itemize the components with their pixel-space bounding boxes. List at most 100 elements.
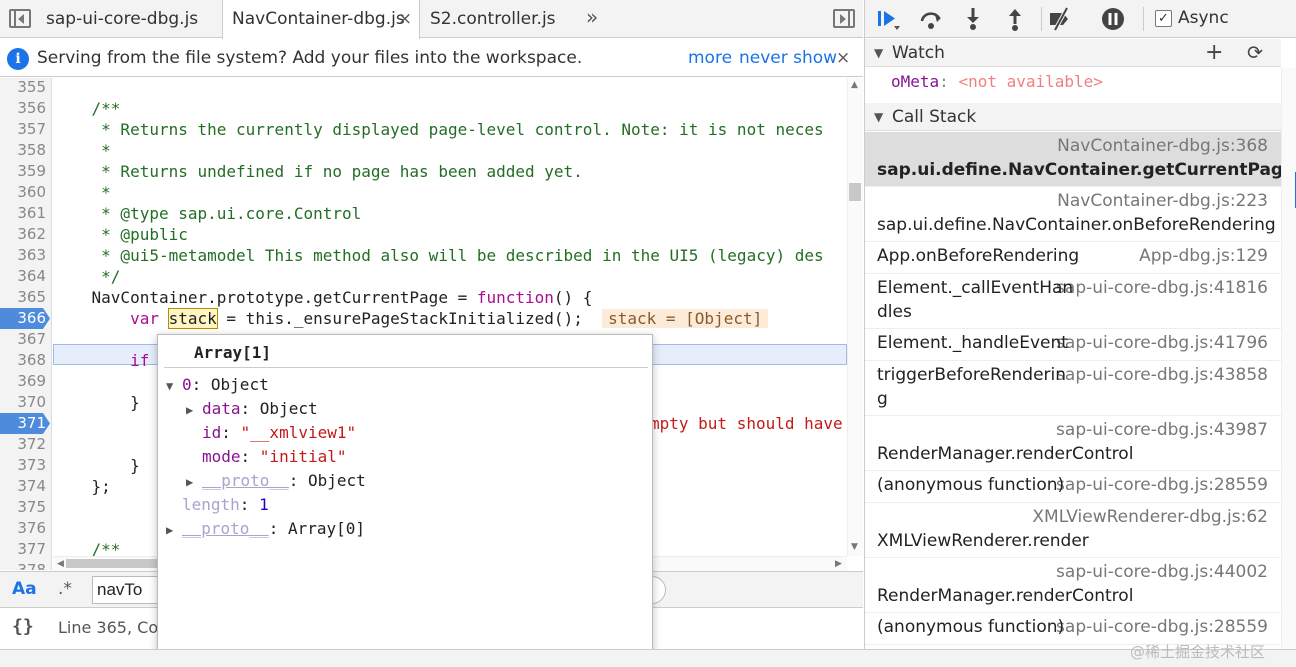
call-frame[interactable]: sap-ui-core-dbg.js:28559 (anonymous funct… (865, 471, 1281, 503)
line-number[interactable]: 358 (0, 140, 46, 161)
call-frame[interactable]: XMLViewRenderer-dbg.js:62 XMLViewRenderer… (865, 503, 1281, 558)
line-number[interactable]: 361 (0, 203, 46, 224)
comment: * Returns undefined if no page has been … (53, 162, 583, 181)
code-line: mpty but should have (650, 413, 843, 434)
pretty-print-icon[interactable]: {} (12, 616, 34, 637)
property-key: __proto__ (202, 471, 289, 490)
workspace-infobar: i Serving from the file system? Add your… (0, 39, 863, 77)
object-preview-popover: Array[1] ▼ 0: Object ▶ data: Object id: "__x… (157, 334, 653, 667)
more-link[interactable]: more (688, 39, 732, 77)
frame-function: Element._handleEvent (877, 333, 1068, 353)
drawer-strip (0, 649, 1296, 667)
breakpoint-marker[interactable]: 366 (0, 308, 50, 329)
line-number[interactable]: 377 (0, 539, 46, 560)
toggle-debugger-icon[interactable] (833, 9, 855, 28)
call-frame[interactable]: NavContainer-dbg.js:368 sap.ui.define.Nav… (865, 132, 1295, 187)
property-value: Array[0] (287, 519, 366, 538)
call-stack-section-header[interactable]: ▼ Call Stack (865, 103, 1281, 131)
step-into-icon[interactable] (960, 6, 986, 32)
frame-function: (anonymous function) (877, 617, 1065, 637)
scroll-left-icon[interactable]: ◀ (57, 559, 64, 569)
tab-navcontainer[interactable]: NavContainer-dbg.js × (222, 0, 420, 39)
step-out-icon[interactable] (1002, 6, 1028, 32)
call-frame[interactable]: sap-ui-core-dbg.js:43987 RenderManager.re… (865, 416, 1281, 471)
line-number[interactable]: 357 (0, 119, 46, 140)
line-number[interactable]: 373 (0, 455, 46, 476)
never-show-link[interactable]: never show (739, 39, 837, 77)
property-row[interactable]: ▶ __proto__: Array[0] (166, 517, 365, 541)
resume-icon[interactable] (875, 6, 901, 32)
line-number[interactable]: 356 (0, 98, 46, 119)
frame-function: RenderManager.renderControl (877, 586, 1134, 606)
search-input[interactable] (92, 576, 162, 604)
tab-label: S2.controller.js (430, 9, 556, 29)
line-number[interactable]: 370 (0, 392, 46, 413)
call-frame[interactable]: g sap-ui-core-dbg.js:43858 triggerBeforeRe… (865, 361, 1281, 416)
async-checkbox[interactable]: ✓ (1155, 10, 1172, 27)
comment: * @type sap.ui.core.Control (53, 204, 362, 223)
call-frame[interactable]: sap-ui-core-dbg.js:41796 Element._handleE… (865, 329, 1281, 361)
line-number[interactable]: 378 (0, 560, 46, 570)
code-line: */ (53, 266, 120, 287)
line-number[interactable]: 367 (0, 329, 46, 350)
property-row[interactable]: id: "__xmlview1" (202, 421, 356, 445)
frame-location: sap-ui-core-dbg.js:43858 (1056, 365, 1268, 385)
watch-expression[interactable]: oMeta: <not available> (891, 72, 1103, 91)
tab-sap-ui-core[interactable]: sap-ui-core-dbg.js (37, 0, 218, 38)
line-number[interactable]: 359 (0, 161, 46, 182)
line-number-gutter[interactable]: 355 356 357 358 359 360 361 362 363 364 365 366 367 3… (0, 78, 52, 570)
call-frame[interactable]: sap-ui-core-dbg.js:44002 RenderManager.re… (865, 558, 1281, 613)
step-over-icon[interactable] (918, 6, 944, 32)
refresh-watch-icon[interactable]: ⟳ (1247, 39, 1263, 67)
close-tab-icon[interactable]: × (398, 0, 412, 38)
property-row[interactable]: mode: "initial" (202, 445, 347, 469)
comment: * @public (53, 225, 188, 244)
info-icon: i (7, 48, 29, 70)
property-row[interactable]: ▼ 0: Object (166, 373, 269, 397)
more-tabs-icon[interactable]: » (586, 5, 598, 29)
frame-function: App.onBeforeRendering (877, 246, 1080, 266)
scroll-right-icon[interactable]: ▶ (835, 559, 842, 569)
line-number[interactable]: 362 (0, 224, 46, 245)
call-stack-scrollbar[interactable] (1281, 68, 1296, 649)
frame-location: sap-ui-core-dbg.js:44002 (1056, 562, 1268, 582)
comment: /** (53, 99, 121, 118)
line-number[interactable]: 369 (0, 371, 46, 392)
watch-expression-name: oMeta (891, 72, 940, 91)
call-frame[interactable]: NavContainer-dbg.js:223 sap.ui.define.Nav… (865, 187, 1281, 242)
watch-section-header[interactable]: ▼ Watch + ⟳ (865, 39, 1281, 67)
line-number[interactable]: 375 (0, 497, 46, 518)
call-frame[interactable]: dles sap-ui-core-dbg.js:41816 Element._cal… (865, 274, 1281, 329)
regex-button[interactable]: .* (58, 579, 72, 599)
line-number[interactable]: 376 (0, 518, 46, 539)
scroll-up-icon[interactable]: ▲ (851, 80, 858, 90)
infobar-message: Serving from the file system? Add your f… (37, 48, 583, 68)
vertical-scrollbar[interactable] (847, 78, 863, 556)
property-row[interactable]: length: 1 (182, 493, 269, 517)
line-number[interactable]: 364 (0, 266, 46, 287)
frame-function: sap.ui.define.NavContainer.getCurrentPag… (877, 160, 1295, 180)
add-watch-icon[interactable]: + (1205, 39, 1223, 67)
property-row[interactable]: ▶ data: Object (186, 397, 318, 421)
property-separator: : (239, 495, 260, 514)
line-number[interactable]: 374 (0, 476, 46, 497)
scroll-down-icon[interactable]: ▼ (851, 542, 858, 552)
tab-s2-controller[interactable]: S2.controller.js (421, 0, 576, 38)
vertical-scroll-thumb[interactable] (849, 183, 861, 201)
toggle-navigator-icon[interactable] (9, 9, 31, 28)
deactivate-breakpoints-icon[interactable] (1047, 6, 1073, 32)
breakpoint-marker[interactable]: 371 (0, 413, 50, 434)
line-number[interactable]: 355 (0, 78, 46, 98)
frame-function: sap.ui.define.NavContainer.onBeforeRende… (877, 215, 1276, 235)
line-number[interactable]: 372 (0, 434, 46, 455)
match-case-button[interactable]: Aa (12, 579, 37, 599)
call-frame[interactable]: App-dbg.js:129 App.onBeforeRendering (865, 242, 1281, 274)
property-row[interactable]: ▶ __proto__: Object (186, 469, 366, 493)
close-infobar-icon[interactable]: × (836, 39, 850, 77)
call-stack-title: Call Stack (892, 107, 977, 127)
pause-on-exceptions-icon[interactable] (1100, 6, 1126, 32)
line-number[interactable]: 365 (0, 287, 46, 308)
line-number[interactable]: 360 (0, 182, 46, 203)
line-number[interactable]: 368 (0, 350, 46, 371)
line-number[interactable]: 363 (0, 245, 46, 266)
